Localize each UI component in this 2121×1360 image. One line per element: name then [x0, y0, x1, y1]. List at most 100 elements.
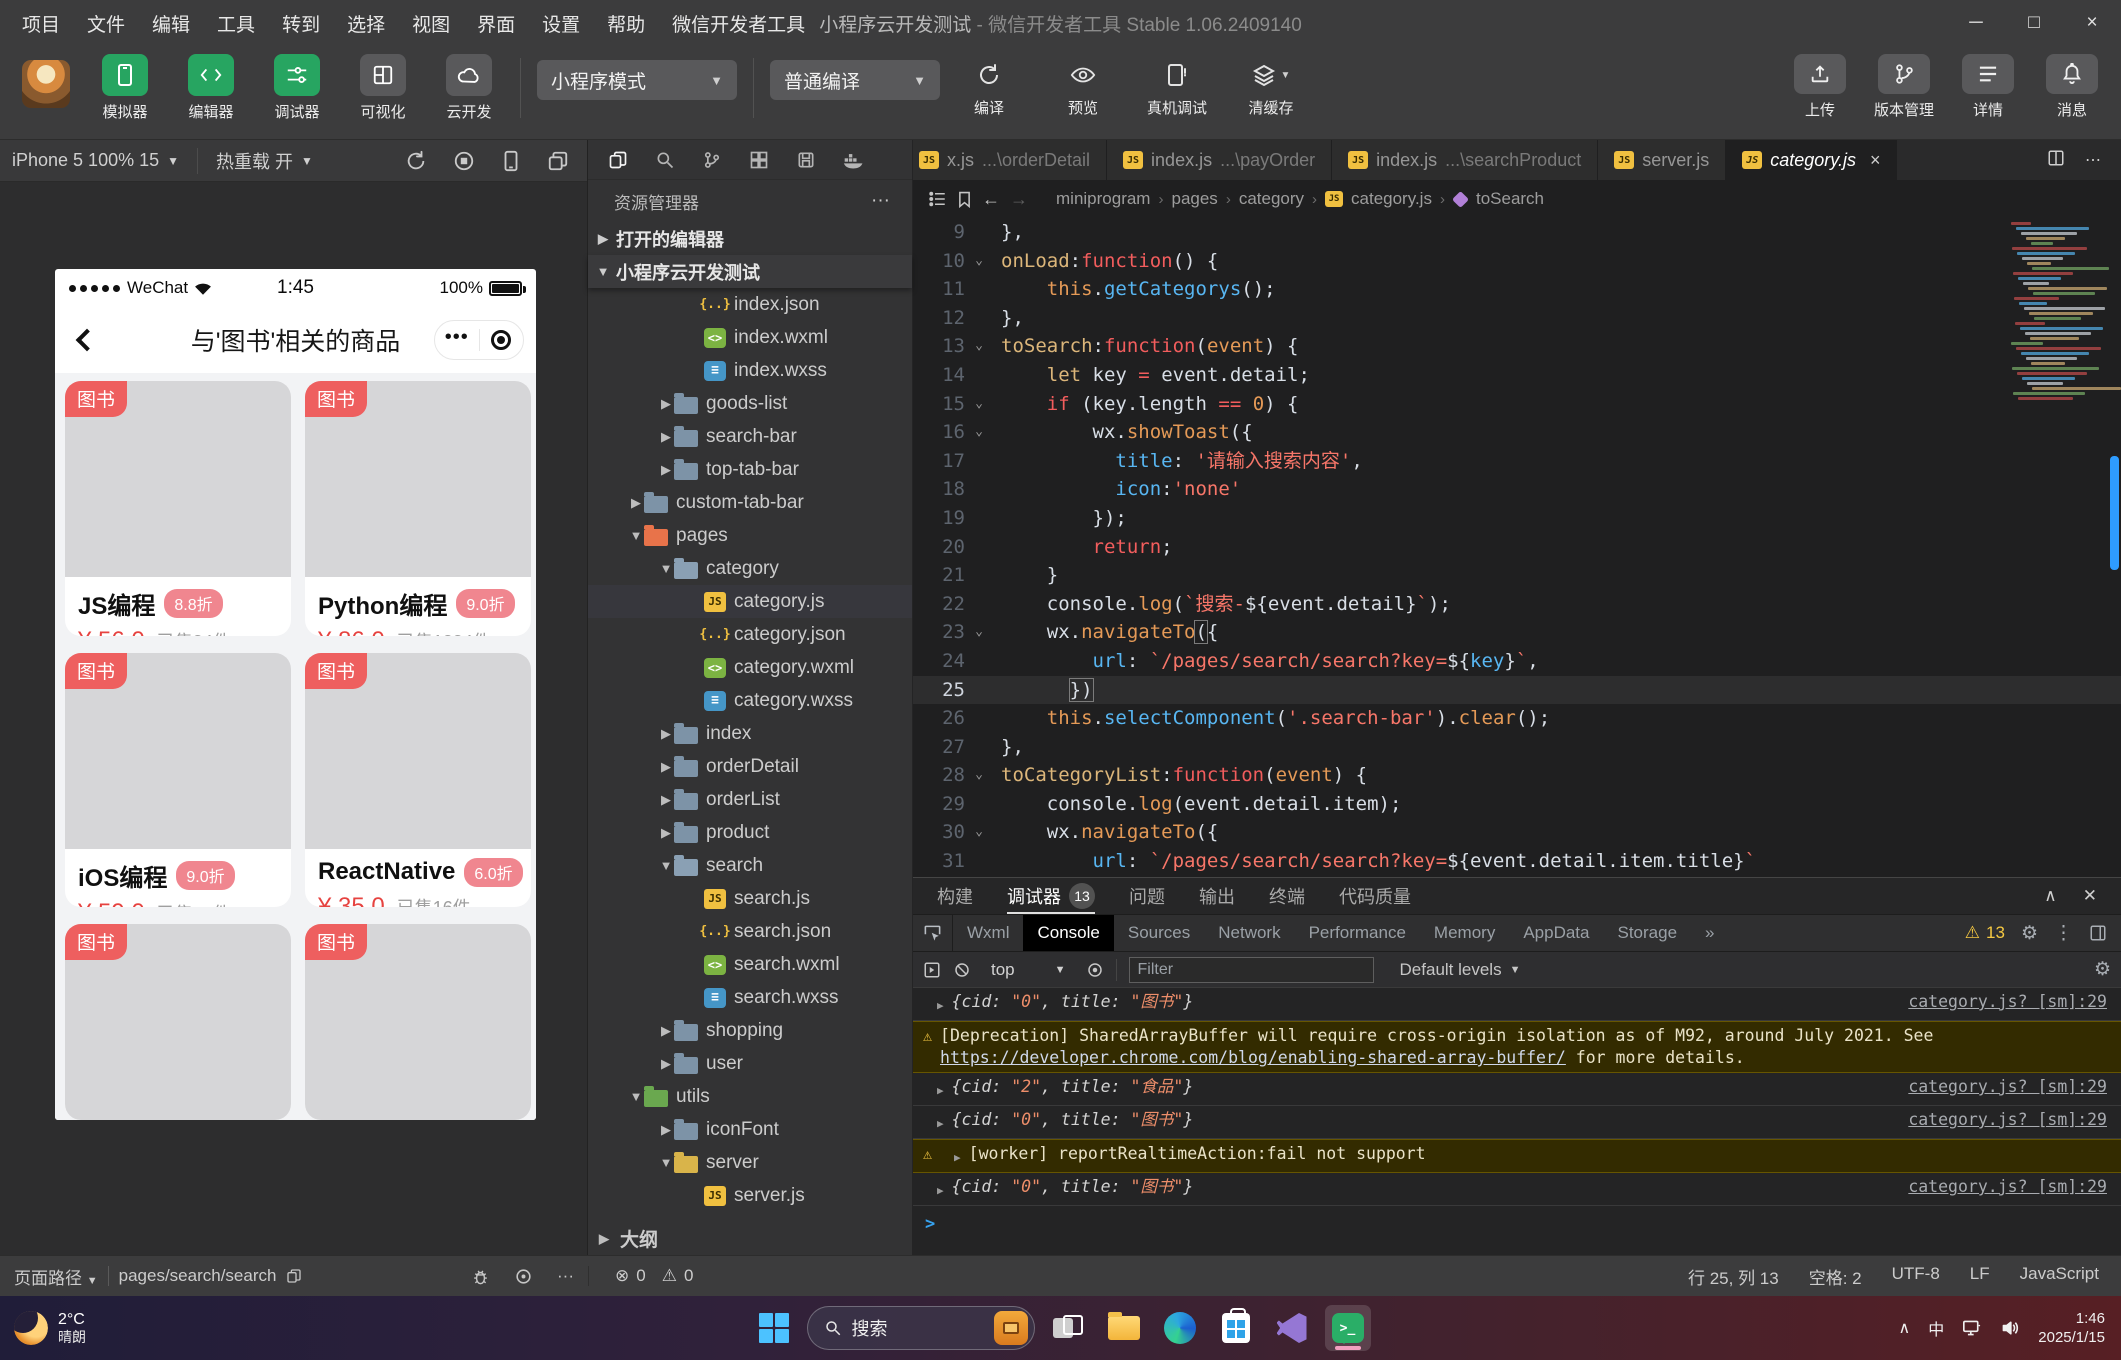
expand-icon[interactable]: ▶ [937, 1113, 944, 1135]
warning-count[interactable]: ⚠ 0 [662, 1266, 694, 1286]
start-button[interactable] [751, 1305, 797, 1351]
language-mode[interactable]: JavaScript [2020, 1264, 2099, 1289]
menu-item-文件[interactable]: 文件 [87, 10, 125, 37]
toolbar-button-清缓存[interactable]: ▼ 清缓存 [1232, 56, 1310, 118]
close-icon[interactable]: × [1870, 150, 1881, 171]
bug-icon[interactable] [471, 1267, 490, 1286]
devtools-tab-Performance[interactable]: Performance [1295, 915, 1420, 951]
tabs-overflow-icon[interactable]: » [1691, 915, 1728, 951]
tab-category.js[interactable]: JS category.js × [1726, 140, 1898, 180]
breadcrumb-item-pages[interactable]: pages [1171, 189, 1217, 209]
back-arrow-icon[interactable]: ← [982, 189, 1000, 210]
console-row[interactable]: ▶ {cid: "0", title: "图书"} category.js? [sm… [913, 1106, 2121, 1139]
tab-x.js[interactable]: JS x.js ...\orderDetail [913, 140, 1108, 180]
tree-item-search.wxml[interactable]: <> search.wxml [588, 948, 912, 981]
toolbar-button-编辑器[interactable]: 编辑器 [176, 54, 246, 122]
tree-item-category.wxml[interactable]: <> category.wxml [588, 651, 912, 684]
devtools-tab-Memory[interactable]: Memory [1420, 915, 1509, 951]
collapse-panel-icon[interactable]: ∧ [2044, 886, 2056, 906]
expand-icon[interactable]: ▶ [937, 1080, 944, 1102]
tree-item-category.wxss[interactable]: ≡ category.wxss [588, 684, 912, 717]
toolbar-button-编译[interactable]: 编译 [950, 56, 1028, 118]
menu-item-界面[interactable]: 界面 [477, 10, 515, 37]
close-icon[interactable]: × [2063, 0, 2121, 46]
tree-item-shopping[interactable]: ▶ shopping [588, 1014, 912, 1047]
tree-item-search-bar[interactable]: ▶ search-bar [588, 420, 912, 453]
breadcrumb-item-category[interactable]: category [1239, 189, 1304, 209]
error-count[interactable]: ⊗ 0 [615, 1266, 646, 1286]
toolbar-button-详情[interactable]: 详情 [1953, 54, 2023, 120]
panel-tab-调试器[interactable]: 调试器 13 [1007, 878, 1095, 914]
avatar[interactable] [22, 60, 70, 108]
settings-gear-icon[interactable]: ⚙ [2021, 922, 2038, 945]
tree-item-custom-tab-bar[interactable]: ▶ custom-tab-bar [588, 486, 912, 519]
visual-studio-button[interactable] [1269, 1305, 1315, 1351]
tray-expand-icon[interactable]: ∧ [1899, 1318, 1911, 1338]
code-editor[interactable]: 9 10 ⌄ 11 12 13 ⌄ 14 15 ⌄ 16 ⌄ 17 18 19 20 21 22 23 ⌄ 24 25 26… [913, 218, 2121, 877]
console-link[interactable]: https://developer.chrome.com/blog/enabli… [940, 1048, 1566, 1067]
tree-item-search.wxss[interactable]: ≡ search.wxss [588, 981, 912, 1014]
tree-item-iconFont[interactable]: ▶ iconFont [588, 1113, 912, 1146]
multi-window-icon[interactable] [547, 150, 569, 172]
fold-icon[interactable]: ⌄ [975, 618, 983, 647]
mode-select[interactable]: 小程序模式 ▼ [537, 60, 737, 100]
ime-indicator[interactable]: 中 [1928, 1316, 1944, 1340]
more-icon[interactable]: ··· [871, 190, 908, 212]
maximize-icon[interactable]: □ [2005, 0, 2063, 46]
source-link[interactable]: category.js? [sm]:29 [1888, 991, 2107, 1013]
tree-item-product[interactable]: ▶ product [588, 816, 912, 849]
tree-item-search[interactable]: ▼ search [588, 849, 912, 882]
capsule-menu[interactable]: ••• [434, 320, 524, 360]
extensions-icon[interactable] [749, 150, 769, 170]
source-link[interactable]: category.js? [sm]:29 [1888, 1176, 2107, 1198]
outline-list-icon[interactable] [929, 191, 947, 207]
product-card[interactable]: 图书 [305, 924, 531, 1120]
toolbar-button-上传[interactable]: 上传 [1785, 54, 1855, 120]
more-icon[interactable]: ··· [557, 1266, 574, 1286]
hot-reload-toggle[interactable]: 热重载 开 ▼ [216, 148, 313, 174]
edge-button[interactable] [1157, 1305, 1203, 1351]
volume-icon[interactable] [2000, 1319, 2020, 1337]
toolbar-button-消息[interactable]: 消息 [2037, 54, 2107, 120]
toolbar-button-可视化[interactable]: 可视化 [348, 54, 418, 122]
live-expression-icon[interactable] [1086, 961, 1104, 979]
toolbar-button-模拟器[interactable]: 模拟器 [90, 54, 160, 122]
console-output[interactable]: ▶ {cid: "0", title: "图书"} category.js? [sm… [913, 988, 2121, 1255]
eol[interactable]: LF [1970, 1264, 1990, 1289]
fold-icon[interactable]: ⌄ [975, 418, 983, 447]
menu-item-选择[interactable]: 选择 [347, 10, 385, 37]
fold-icon[interactable]: ⌄ [975, 390, 983, 419]
breadcrumb-item-category.js[interactable]: category.js [1351, 189, 1432, 209]
tree-item-index[interactable]: ▶ index [588, 717, 912, 750]
stop-icon[interactable] [453, 150, 475, 172]
product-card[interactable]: 图书 Python编程 9.0折 ¥ 86.0 已售1234件 [305, 381, 531, 636]
console-row[interactable]: ⚠ ▶ [worker] reportRealtimeAction:fail not… [913, 1139, 2121, 1173]
toolbar-button-预览[interactable]: 预览 [1044, 56, 1122, 118]
save-all-icon[interactable] [796, 150, 816, 170]
scrollbar-thumb[interactable] [2110, 456, 2119, 570]
devtools-tab-Sources[interactable]: Sources [1114, 915, 1204, 951]
console-row[interactable]: ▶ {cid: "2", title: "食品"} category.js? [sm… [913, 1073, 2121, 1106]
fold-icon[interactable]: ⌄ [975, 818, 983, 847]
product-card[interactable]: 图书 JS编程 8.8折 ¥ 56.0 已售34件 [65, 381, 291, 636]
tree-item-server.js[interactable]: JS server.js [588, 1179, 912, 1212]
bookmark-icon[interactable] [957, 191, 972, 208]
watch-eye-icon[interactable] [514, 1267, 533, 1286]
expand-icon[interactable]: ▶ [937, 1180, 944, 1202]
devtools-tab-Storage[interactable]: Storage [1604, 915, 1692, 951]
fold-icon[interactable]: ⌄ [975, 332, 983, 361]
fold-icon[interactable]: ⌄ [975, 761, 983, 790]
menu-item-帮助[interactable]: 帮助 [607, 10, 645, 37]
kebab-menu-icon[interactable]: ⋮ [2054, 922, 2073, 945]
device-select[interactable]: iPhone 5 100% 15 ▼ [12, 150, 179, 171]
devtools-tab-Network[interactable]: Network [1204, 915, 1294, 951]
section-open-editors[interactable]: ▶ 打开的编辑器 [588, 222, 912, 255]
tree-item-goods-list[interactable]: ▶ goods-list [588, 387, 912, 420]
dock-side-icon[interactable] [2089, 924, 2107, 942]
toolbar-button-真机调试[interactable]: 真机调试 [1138, 56, 1216, 118]
tree-item-category.js[interactable]: JS category.js [588, 585, 912, 618]
split-editor-icon[interactable] [2047, 149, 2065, 172]
minimize-icon[interactable]: ─ [1947, 0, 2005, 46]
log-levels-select[interactable]: Default levels ▼ [1400, 960, 1521, 980]
weather-widget[interactable]: 2°C 晴朗 [0, 1311, 86, 1345]
